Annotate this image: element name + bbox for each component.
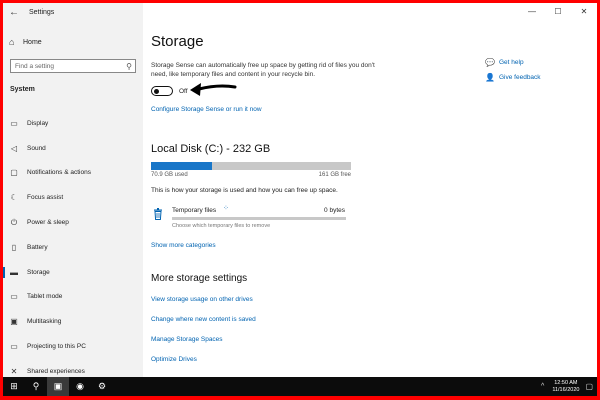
sidebar-item-notifications[interactable]: ▢ Notifications & actions (3, 161, 143, 186)
sidebar-item-sound[interactable]: ◁ Sound (3, 136, 143, 161)
taskbar: ⊞ ⚲ ▣ ◉ ⚙ ^ 12:50 AM 11/16/2020 ▢ (3, 377, 597, 396)
sidebar-item-tablet-mode[interactable]: ▭ Tablet mode (3, 285, 143, 310)
optimize-drives-link[interactable]: Optimize Drives (151, 356, 197, 363)
home-link[interactable]: ⌂ Home (9, 37, 42, 47)
multitasking-icon: ▣ (10, 317, 18, 327)
focus-assist-icon: ☾ (10, 193, 18, 203)
sidebar-item-label: Sound (27, 144, 46, 152)
temporary-files-label[interactable]: Temporary files (172, 207, 216, 214)
temporary-files-bar (172, 217, 346, 220)
power-icon: ⏻ (10, 217, 18, 227)
battery-icon: ▯ (11, 242, 17, 252)
home-icon: ⌂ (9, 37, 15, 47)
main-content: Storage Storage Sense can automatically … (143, 3, 597, 377)
projecting-icon: ▭ (10, 342, 18, 352)
help-chat-icon: 💬 (485, 58, 495, 67)
sidebar-item-label: Projecting to this PC (27, 343, 86, 351)
disk-free-label: 161 GB free (318, 172, 351, 178)
manage-storage-spaces-link[interactable]: Manage Storage Spaces (151, 336, 223, 343)
shared-experiences-icon: ✕ (10, 366, 18, 376)
show-hidden-icons-icon[interactable]: ^ (541, 383, 544, 390)
help-panel: 💬 Get help 👤 Give feedback (485, 55, 541, 85)
sidebar-item-label: Display (27, 119, 49, 127)
storage-icon: ▬ (10, 267, 18, 277)
give-feedback-link[interactable]: 👤 Give feedback (485, 70, 541, 85)
get-help-label: Get help (499, 59, 524, 66)
clock-date: 11/16/2020 (552, 386, 580, 393)
home-label: Home (23, 38, 42, 46)
trash-icon (154, 208, 162, 220)
annotation-arrow-icon (190, 83, 237, 96)
search-input[interactable]: Find a setting ⚲ (10, 59, 136, 73)
temporary-files-subtext: Choose which temporary files to remove (172, 223, 271, 229)
sidebar-item-label: Multitasking (27, 318, 62, 326)
disk-title: Local Disk (C:) - 232 GB (151, 143, 271, 155)
settings-gear-icon[interactable]: ⚙ (91, 377, 113, 396)
title-bar: ← Settings (3, 3, 143, 21)
sidebar: ← Settings ⌂ Home Find a setting ⚲ Syste… (3, 3, 143, 377)
loading-spinner-icon: ⁘ (223, 205, 229, 212)
view-other-drives-link[interactable]: View storage usage on other drives (151, 296, 253, 303)
sidebar-item-label: Focus assist (27, 194, 64, 202)
notifications-icon[interactable]: ▢ (585, 382, 593, 391)
sidebar-item-label: Shared experiences (27, 367, 85, 375)
disk-usage-fill (151, 162, 212, 170)
sidebar-item-multitasking[interactable]: ▣ Multitasking (3, 309, 143, 334)
back-arrow-icon[interactable]: ← (7, 7, 21, 18)
sidebar-item-projecting[interactable]: ▭ Projecting to this PC (3, 334, 143, 359)
clock-time: 12:50 AM (554, 379, 578, 386)
sidebar-item-label: Storage (27, 268, 50, 276)
show-more-categories-link[interactable]: Show more categories (151, 242, 216, 249)
settings-window: ← Settings ⌂ Home Find a setting ⚲ Syste… (3, 3, 597, 396)
configure-storage-sense-link[interactable]: Configure Storage Sense or run it now (151, 106, 262, 113)
sidebar-nav: ▭ Display ◁ Sound ▢ Notifications & acti… (3, 111, 143, 384)
storage-sense-description: Storage Sense can automatically free up … (151, 62, 375, 78)
change-save-location-link[interactable]: Change where new content is saved (151, 316, 256, 323)
sidebar-item-label: Tablet mode (27, 293, 63, 301)
chrome-icon[interactable]: ◉ (69, 377, 91, 396)
clock[interactable]: 12:50 AM 11/16/2020 (552, 380, 579, 394)
photos-app-icon[interactable]: ▣ (47, 377, 69, 396)
sound-icon: ◁ (10, 143, 18, 153)
sidebar-item-display[interactable]: ▭ Display (3, 111, 143, 136)
more-storage-settings-heading: More storage settings (151, 273, 248, 284)
section-label: System (10, 86, 35, 93)
sidebar-item-label: Battery (27, 243, 48, 251)
give-feedback-label: Give feedback (499, 74, 541, 81)
start-button-icon[interactable]: ⊞ (3, 377, 25, 396)
sidebar-item-power-sleep[interactable]: ⏻ Power & sleep (3, 210, 143, 235)
disk-used-label: 70.9 GB used (151, 172, 188, 178)
get-help-link[interactable]: 💬 Get help (485, 55, 541, 70)
search-placeholder: Find a setting (15, 62, 55, 70)
toggle-knob (154, 88, 159, 94)
taskbar-icons: ⊞ ⚲ ▣ ◉ ⚙ (3, 377, 113, 396)
sidebar-item-battery[interactable]: ▯ Battery (3, 235, 143, 260)
sidebar-item-label: Notifications & actions (27, 169, 91, 177)
window-title: Settings (29, 8, 55, 16)
system-tray: ^ 12:50 AM 11/16/2020 ▢ (541, 377, 593, 396)
sidebar-item-label: Power & sleep (27, 219, 69, 227)
tablet-icon: ▭ (10, 292, 18, 302)
sidebar-item-focus-assist[interactable]: ☾ Focus assist (3, 185, 143, 210)
display-icon: ▭ (10, 118, 18, 128)
sidebar-item-storage[interactable]: ▬ Storage (3, 260, 143, 285)
feedback-icon: 👤 (485, 73, 495, 82)
storage-usage-text: This is how your storage is used and how… (151, 187, 338, 194)
search-icon[interactable]: ⚲ (25, 377, 47, 396)
notifications-icon: ▢ (10, 168, 18, 178)
temporary-files-size: 0 bytes (324, 207, 345, 214)
disk-usage-bar (151, 162, 351, 170)
search-icon[interactable]: ⚲ (123, 62, 135, 71)
page-title: Storage (151, 33, 204, 50)
storage-sense-toggle[interactable] (151, 86, 173, 96)
